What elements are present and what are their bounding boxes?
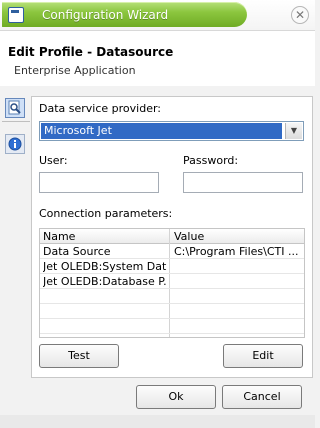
header: Edit Profile - Datasource Enterprise App…	[0, 31, 315, 86]
close-button[interactable]: ✕	[291, 6, 309, 24]
params-label: Connection parameters:	[39, 207, 173, 220]
password-field[interactable]	[183, 172, 303, 193]
ok-button[interactable]: Ok	[136, 385, 216, 409]
column-header-name[interactable]: Name	[43, 230, 75, 243]
provider-selected-value: Microsoft Jet	[41, 123, 282, 139]
info-icon[interactable]	[5, 134, 25, 154]
cancel-button[interactable]: Cancel	[222, 385, 302, 409]
table-row[interactable]: Jet OLEDB:Database P...	[40, 274, 304, 289]
table-row[interactable]	[40, 319, 304, 334]
tab-divider	[2, 121, 30, 122]
provider-label: Data service provider:	[39, 102, 162, 115]
cell-value: C:\Program Files\CTI ...	[174, 245, 299, 258]
grid-header: Name Value	[40, 229, 304, 244]
page-title: Edit Profile - Datasource	[8, 45, 174, 59]
window-title: Configuration Wizard	[42, 8, 169, 22]
test-button[interactable]: Test	[39, 344, 119, 368]
datasource-panel: Data service provider: Microsoft Jet ▼ U…	[31, 96, 313, 378]
cell-name: Jet OLEDB:Database P...	[43, 275, 167, 288]
edit-button[interactable]: Edit	[223, 344, 303, 368]
page-subtitle: Enterprise Application	[14, 64, 136, 77]
password-label: Password:	[183, 154, 239, 167]
user-field[interactable]	[39, 172, 159, 193]
column-header-value[interactable]: Value	[174, 230, 204, 243]
footer-strip	[0, 415, 315, 428]
provider-select[interactable]: Microsoft Jet ▼	[39, 121, 304, 141]
cell-name: Jet OLEDB:System Dat...	[43, 260, 167, 273]
parameters-grid[interactable]: Name Value Data Source C:\Program Files\…	[39, 228, 305, 338]
table-row[interactable]: Data Source C:\Program Files\CTI ...	[40, 244, 304, 259]
cell-name: Data Source	[43, 245, 111, 258]
title-bar: Configuration Wizard ✕	[0, 0, 315, 31]
search-document-icon[interactable]	[5, 98, 25, 118]
table-row[interactable]	[40, 304, 304, 319]
title-pill: Configuration Wizard	[2, 2, 247, 27]
window-icon	[8, 7, 24, 23]
chevron-down-icon[interactable]: ▼	[285, 123, 302, 139]
table-row[interactable]	[40, 289, 304, 304]
table-row[interactable]: Jet OLEDB:System Dat...	[40, 259, 304, 274]
user-label: User:	[39, 154, 68, 167]
